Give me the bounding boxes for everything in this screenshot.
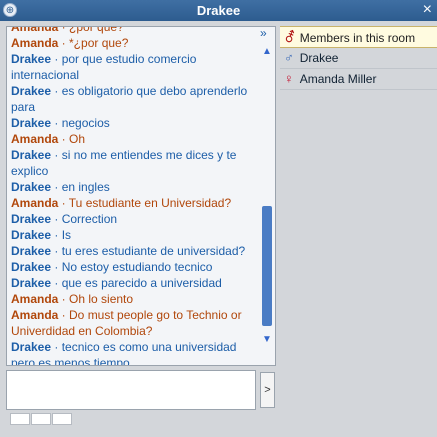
member-name: Amanda Miller xyxy=(299,72,377,86)
chat-message: Drakee · es obligatorio que debo aprende… xyxy=(11,83,261,115)
title-bar: ⊕ Drakee × xyxy=(0,0,437,21)
collapse-panel-button[interactable]: » xyxy=(260,26,274,40)
message-sender[interactable]: Drakee xyxy=(11,116,51,130)
chat-message: Drakee · Correction xyxy=(11,211,261,227)
message-sender[interactable]: Amanda xyxy=(11,196,58,210)
chat-message: Amanda · *¿por que? xyxy=(11,35,261,51)
scroll-thumb[interactable] xyxy=(262,206,272,326)
chat-history: Amanda · ¿por que? Amanda · *¿por que? Dra… xyxy=(6,26,276,366)
chat-message: Amanda · Do must people go to Technio or… xyxy=(11,307,261,339)
message-sender[interactable]: Drakee xyxy=(11,244,51,258)
message-sender[interactable]: Drakee xyxy=(11,228,51,242)
message-text: *¿por que? xyxy=(69,36,129,50)
separator: · xyxy=(51,228,62,242)
message-sender[interactable]: Drakee xyxy=(11,276,51,290)
message-text: Tu estudiante en Universidad? xyxy=(68,196,232,210)
separator: · xyxy=(51,52,62,66)
message-text: negocios xyxy=(61,116,110,130)
separator: · xyxy=(51,212,62,226)
separator: · xyxy=(51,260,62,274)
message-sender[interactable]: Amanda xyxy=(11,292,58,306)
separator: · xyxy=(51,276,62,290)
separator: · xyxy=(51,244,62,258)
message-sender[interactable]: Amanda xyxy=(11,27,58,34)
scroll-up-icon[interactable]: ▲ xyxy=(261,46,273,58)
member-name: Drakee xyxy=(299,51,339,65)
scroll-down-icon[interactable]: ▼ xyxy=(261,334,273,346)
chat-message: Drakee · que es parecido a universidad xyxy=(11,275,261,291)
member-list: ♂ Drakee ♀ Amanda Miller xyxy=(280,48,437,90)
message-sender[interactable]: Amanda xyxy=(11,132,58,146)
separator: · xyxy=(58,308,70,322)
message-sender[interactable]: Amanda xyxy=(11,36,58,50)
separator: · xyxy=(51,180,62,194)
message-text: que es parecido a universidad xyxy=(61,276,222,290)
message-text: ¿por que? xyxy=(69,26,124,34)
separator: · xyxy=(51,148,62,162)
message-sender[interactable]: Drakee xyxy=(11,52,51,66)
separator: · xyxy=(58,132,70,146)
chat-message: Amanda · ¿por que? xyxy=(11,26,261,35)
message-sender[interactable]: Drakee xyxy=(11,180,51,194)
tab[interactable] xyxy=(52,413,72,425)
tab[interactable] xyxy=(31,413,51,425)
tab[interactable] xyxy=(10,413,30,425)
chat-message: Amanda · Oh xyxy=(11,131,261,147)
chat-message: Drakee · Is xyxy=(11,227,261,243)
chat-message: Drakee · en ingles xyxy=(11,179,261,195)
male-icon: ♂ xyxy=(284,50,294,65)
chat-message: Amanda · Oh lo siento xyxy=(11,291,261,307)
separator: · xyxy=(58,196,69,210)
chat-message: Drakee · negocios xyxy=(11,115,261,131)
message-text: Is xyxy=(61,228,72,242)
female-icon: ♀ xyxy=(284,71,294,86)
chat-message: Drakee · por que estudio comercio intern… xyxy=(11,51,261,83)
window-title: Drakee xyxy=(196,3,241,18)
message-list: Amanda · ¿por que? Amanda · *¿por que? Dra… xyxy=(11,26,261,365)
chat-message: Drakee · tu eres estudiante de universid… xyxy=(11,243,261,259)
close-icon[interactable]: × xyxy=(423,1,432,19)
message-text: Oh lo siento xyxy=(69,292,134,306)
message-text: tu eres estudiante de universidad? xyxy=(61,244,246,258)
send-button[interactable]: > xyxy=(260,372,275,408)
message-text: Correction xyxy=(61,212,118,226)
separator: · xyxy=(51,84,62,98)
chat-message: Drakee · si no me entiendes me dices y t… xyxy=(11,147,261,179)
message-sender[interactable]: Drakee xyxy=(11,260,51,274)
bottom-tabs xyxy=(10,412,73,430)
members-header: ⚦ Members in this room xyxy=(280,26,437,48)
message-text: No estoy estudiando tecnico xyxy=(61,260,213,274)
chat-message: Drakee · No estoy estudiando tecnico xyxy=(11,259,261,275)
chat-message: Drakee · tecnico es como una universidad… xyxy=(11,339,261,365)
scrollbar[interactable]: ▲ ▼ xyxy=(261,46,273,346)
message-sender[interactable]: Drakee xyxy=(11,212,51,226)
message-input[interactable] xyxy=(6,370,256,410)
message-sender[interactable]: Drakee xyxy=(11,148,51,162)
member-item[interactable]: ♂ Drakee xyxy=(280,48,437,69)
message-text: en ingles xyxy=(61,180,110,194)
separator: · xyxy=(51,340,62,354)
message-sender[interactable]: Drakee xyxy=(11,84,51,98)
separator: · xyxy=(58,292,70,306)
chat-message: Amanda · Tu estudiante en Universidad? xyxy=(11,195,261,211)
separator: · xyxy=(51,116,62,130)
member-item[interactable]: ♀ Amanda Miller xyxy=(280,69,437,90)
members-panel: ⚦ Members in this room ♂ Drakee ♀ Amanda Mil… xyxy=(280,26,437,366)
separator: · xyxy=(58,26,70,34)
members-icon: ⚦ xyxy=(284,29,296,45)
separator: · xyxy=(58,36,70,50)
message-sender[interactable]: Amanda xyxy=(11,308,58,322)
message-sender[interactable]: Drakee xyxy=(11,340,51,354)
message-text: Oh xyxy=(69,132,86,146)
